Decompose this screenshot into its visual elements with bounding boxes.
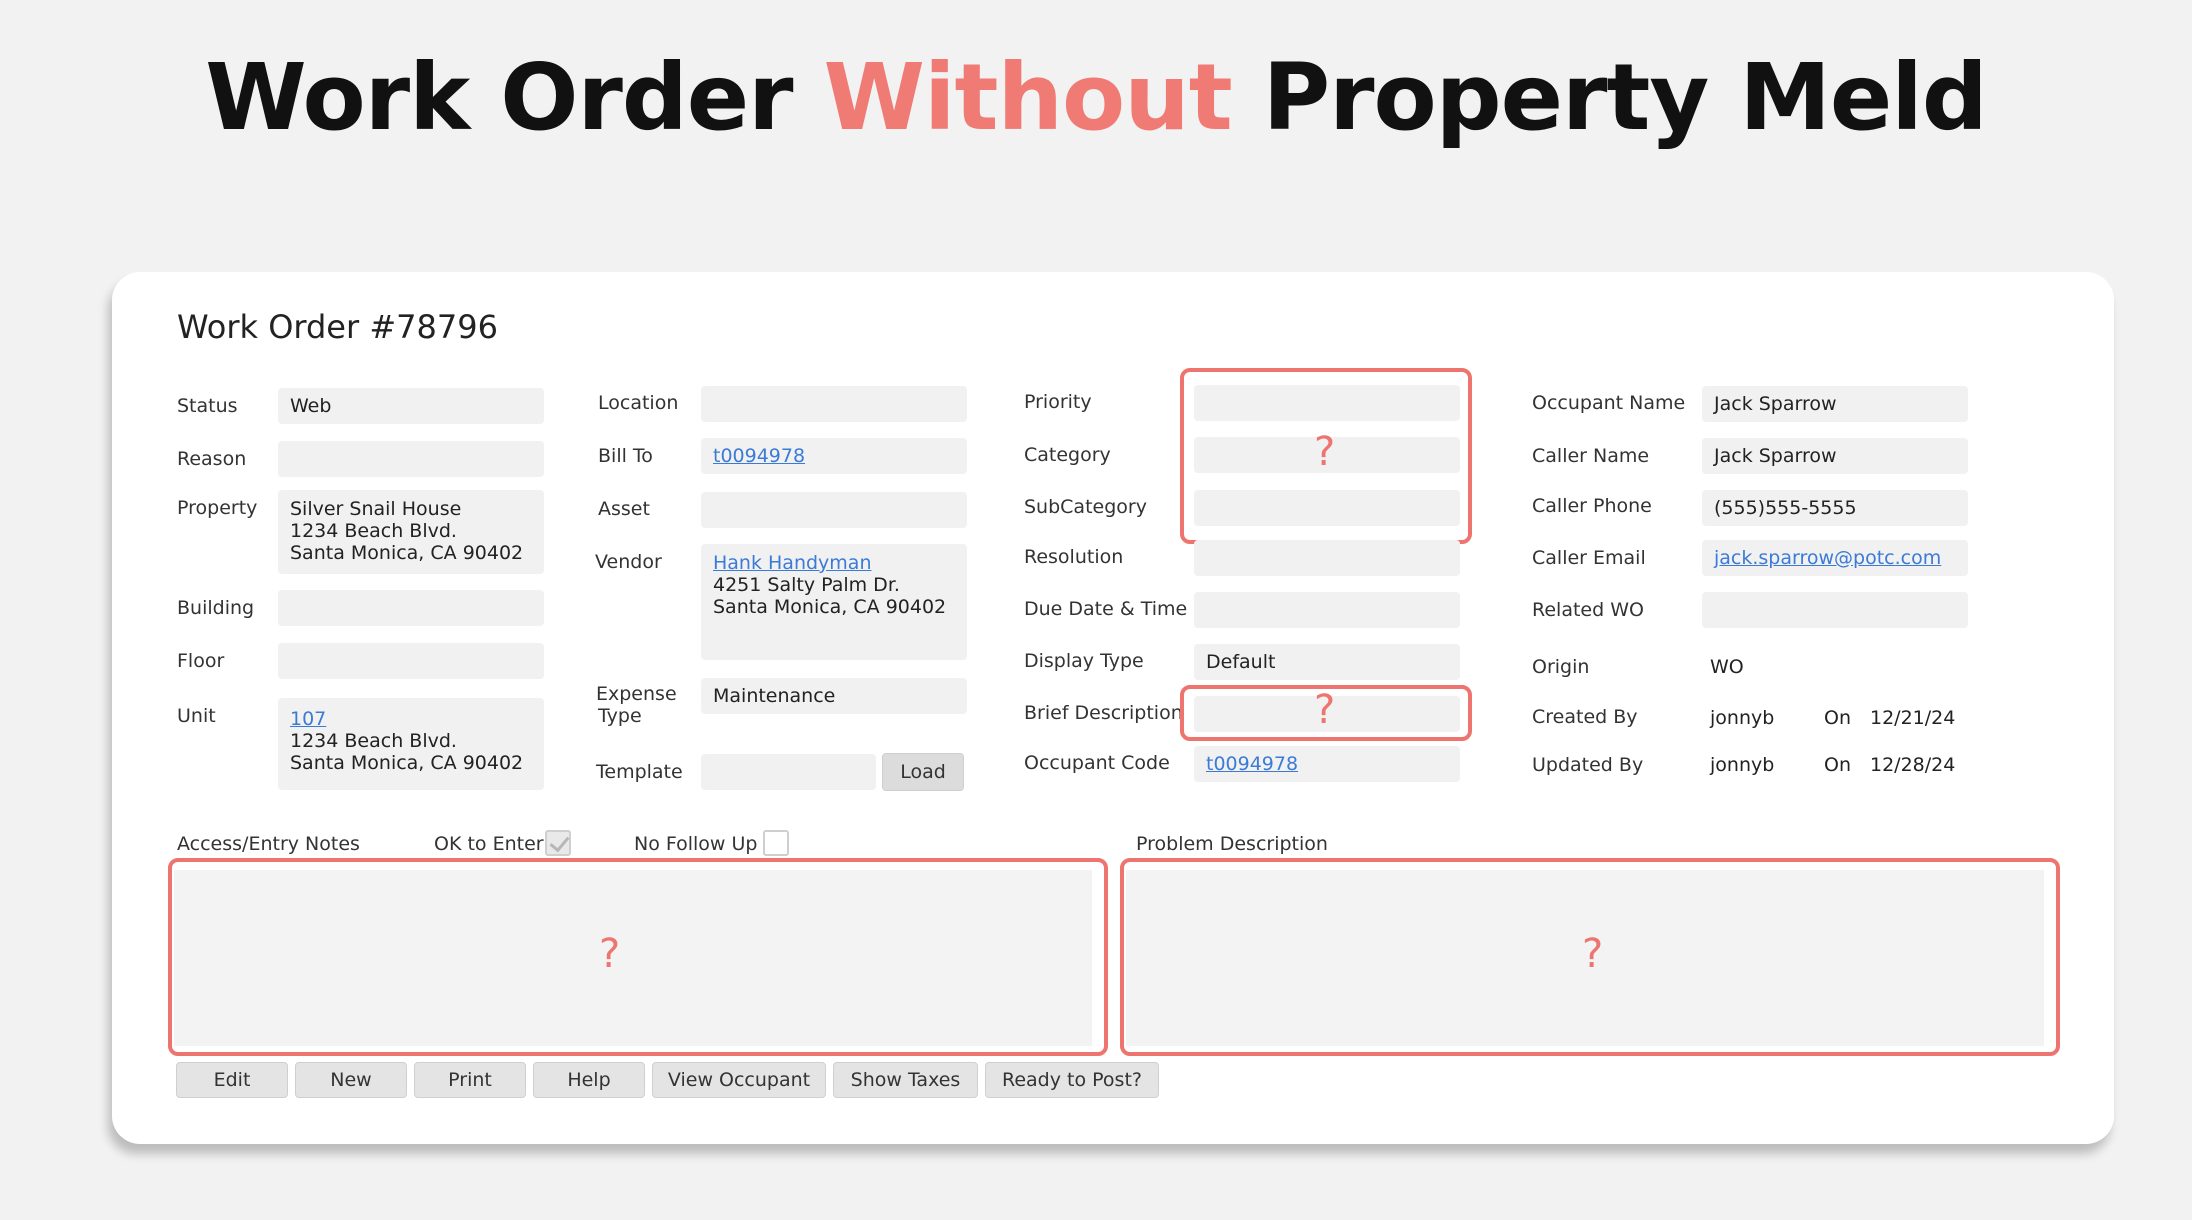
updated-by-value: jonnyb (1710, 754, 1775, 776)
created-on-label: On (1824, 707, 1851, 729)
access-notes-highlight (168, 858, 1108, 1056)
created-on-value: 12/21/24 (1870, 707, 1956, 729)
unit-field[interactable]: 107 1234 Beach Blvd. Santa Monica, CA 90… (278, 698, 544, 790)
access-notes-label: Access/Entry Notes (177, 833, 360, 855)
help-button[interactable]: Help (533, 1062, 645, 1098)
caller-name-field[interactable]: Jack Sparrow (1702, 438, 1968, 474)
asset-label: Asset (598, 498, 650, 520)
origin-label: Origin (1532, 656, 1590, 678)
caller-email-field[interactable]: jack.sparrow@potc.com (1702, 540, 1968, 576)
resolution-field[interactable] (1194, 540, 1460, 576)
category-label: Category (1024, 444, 1111, 466)
floor-field[interactable] (278, 643, 544, 679)
display-type-label: Display Type (1024, 650, 1144, 672)
work-order-card: Work Order #78796 Status Web Reason Prop… (112, 272, 2114, 1144)
billto-link[interactable]: t0094978 (713, 445, 805, 467)
priority-label: Priority (1024, 391, 1092, 413)
display-type-field[interactable]: Default (1194, 644, 1460, 680)
due-date-field[interactable] (1194, 592, 1460, 628)
caller-email-label: Caller Email (1532, 547, 1646, 569)
priority-category-question: ? (1314, 429, 1336, 475)
ok-to-enter-checkbox[interactable] (545, 830, 571, 856)
related-wo-field[interactable] (1702, 592, 1968, 628)
view-occupant-button[interactable]: View Occupant (652, 1062, 826, 1098)
created-by-label: Created By (1532, 706, 1638, 728)
no-follow-up-checkbox[interactable] (763, 830, 789, 856)
created-by-value: jonnyb (1710, 707, 1775, 729)
billto-label: Bill To (598, 445, 653, 467)
problem-description-label: Problem Description (1136, 833, 1328, 855)
expense-type-label-2: Type (598, 705, 642, 727)
brief-description-label: Brief Description (1024, 702, 1183, 724)
due-date-label: Due Date & Time (1024, 598, 1188, 620)
property-field[interactable]: Silver Snail House 1234 Beach Blvd. Sant… (278, 490, 544, 574)
vendor-line-city: Santa Monica, CA 90402 (713, 596, 947, 618)
brief-description-question: ? (1314, 687, 1336, 733)
updated-on-value: 12/28/24 (1870, 754, 1956, 776)
headline-part2: Property Meld (1231, 44, 1988, 151)
status-field[interactable]: Web (278, 388, 544, 424)
ready-to-post-button[interactable]: Ready to Post? (985, 1062, 1159, 1098)
subcategory-label: SubCategory (1024, 496, 1147, 518)
headline-part1: Work Order (205, 44, 824, 151)
property-label: Property (177, 497, 258, 519)
location-field[interactable] (701, 386, 967, 422)
unit-link[interactable]: 107 (290, 708, 326, 730)
unit-line-city: Santa Monica, CA 90402 (290, 752, 524, 774)
property-line-street: 1234 Beach Blvd. (290, 520, 457, 542)
print-button[interactable]: Print (414, 1062, 526, 1098)
expense-type-label-1: Expense (596, 683, 677, 705)
building-label: Building (177, 597, 255, 619)
template-field[interactable] (701, 754, 876, 790)
work-order-title: Work Order #78796 (177, 308, 498, 346)
edit-button[interactable]: Edit (176, 1062, 288, 1098)
expense-type-field[interactable]: Maintenance (701, 678, 967, 714)
reason-field[interactable] (278, 441, 544, 477)
vendor-label: Vendor (595, 551, 662, 573)
occupant-code-field[interactable]: t0094978 (1194, 746, 1460, 782)
vendor-field[interactable]: Hank Handyman 4251 Salty Palm Dr. Santa … (701, 544, 967, 660)
building-field[interactable] (278, 590, 544, 626)
occupant-name-label: Occupant Name (1532, 392, 1686, 414)
origin-value: WO (1710, 656, 1744, 678)
caller-phone-field[interactable]: (555)555-5555 (1702, 490, 1968, 526)
vendor-line-street: 4251 Salty Palm Dr. (713, 574, 900, 596)
updated-on-label: On (1824, 754, 1851, 776)
problem-description-question: ? (1582, 931, 1604, 977)
floor-label: Floor (177, 650, 225, 672)
related-wo-label: Related WO (1532, 599, 1644, 621)
caller-name-label: Caller Name (1532, 445, 1650, 467)
vendor-link[interactable]: Hank Handyman (713, 552, 872, 574)
resolution-label: Resolution (1024, 546, 1124, 568)
location-label: Location (598, 392, 679, 414)
property-line-city: Santa Monica, CA 90402 (290, 542, 524, 564)
headline-accent: Without (823, 44, 1233, 151)
page-headline: Work Order Without Property Meld (0, 44, 2192, 151)
unit-line-street: 1234 Beach Blvd. (290, 730, 457, 752)
property-line-name: Silver Snail House (290, 498, 462, 520)
occupant-code-link[interactable]: t0094978 (1206, 753, 1298, 775)
ok-to-enter-label: OK to Enter (434, 833, 544, 855)
template-label: Template (596, 761, 683, 783)
no-follow-up-label: No Follow Up (634, 833, 758, 855)
occupant-code-label: Occupant Code (1024, 752, 1170, 774)
caller-phone-label: Caller Phone (1532, 495, 1652, 517)
load-button[interactable]: Load (882, 753, 964, 791)
billto-field[interactable]: t0094978 (701, 438, 967, 474)
asset-field[interactable] (701, 492, 967, 528)
updated-by-label: Updated By (1532, 754, 1644, 776)
show-taxes-button[interactable]: Show Taxes (833, 1062, 978, 1098)
status-label: Status (177, 395, 238, 417)
reason-label: Reason (177, 448, 247, 470)
occupant-name-field[interactable]: Jack Sparrow (1702, 386, 1968, 422)
new-button[interactable]: New (295, 1062, 407, 1098)
unit-label: Unit (177, 705, 216, 727)
caller-email-link[interactable]: jack.sparrow@potc.com (1714, 547, 1941, 569)
access-notes-question: ? (599, 931, 621, 977)
